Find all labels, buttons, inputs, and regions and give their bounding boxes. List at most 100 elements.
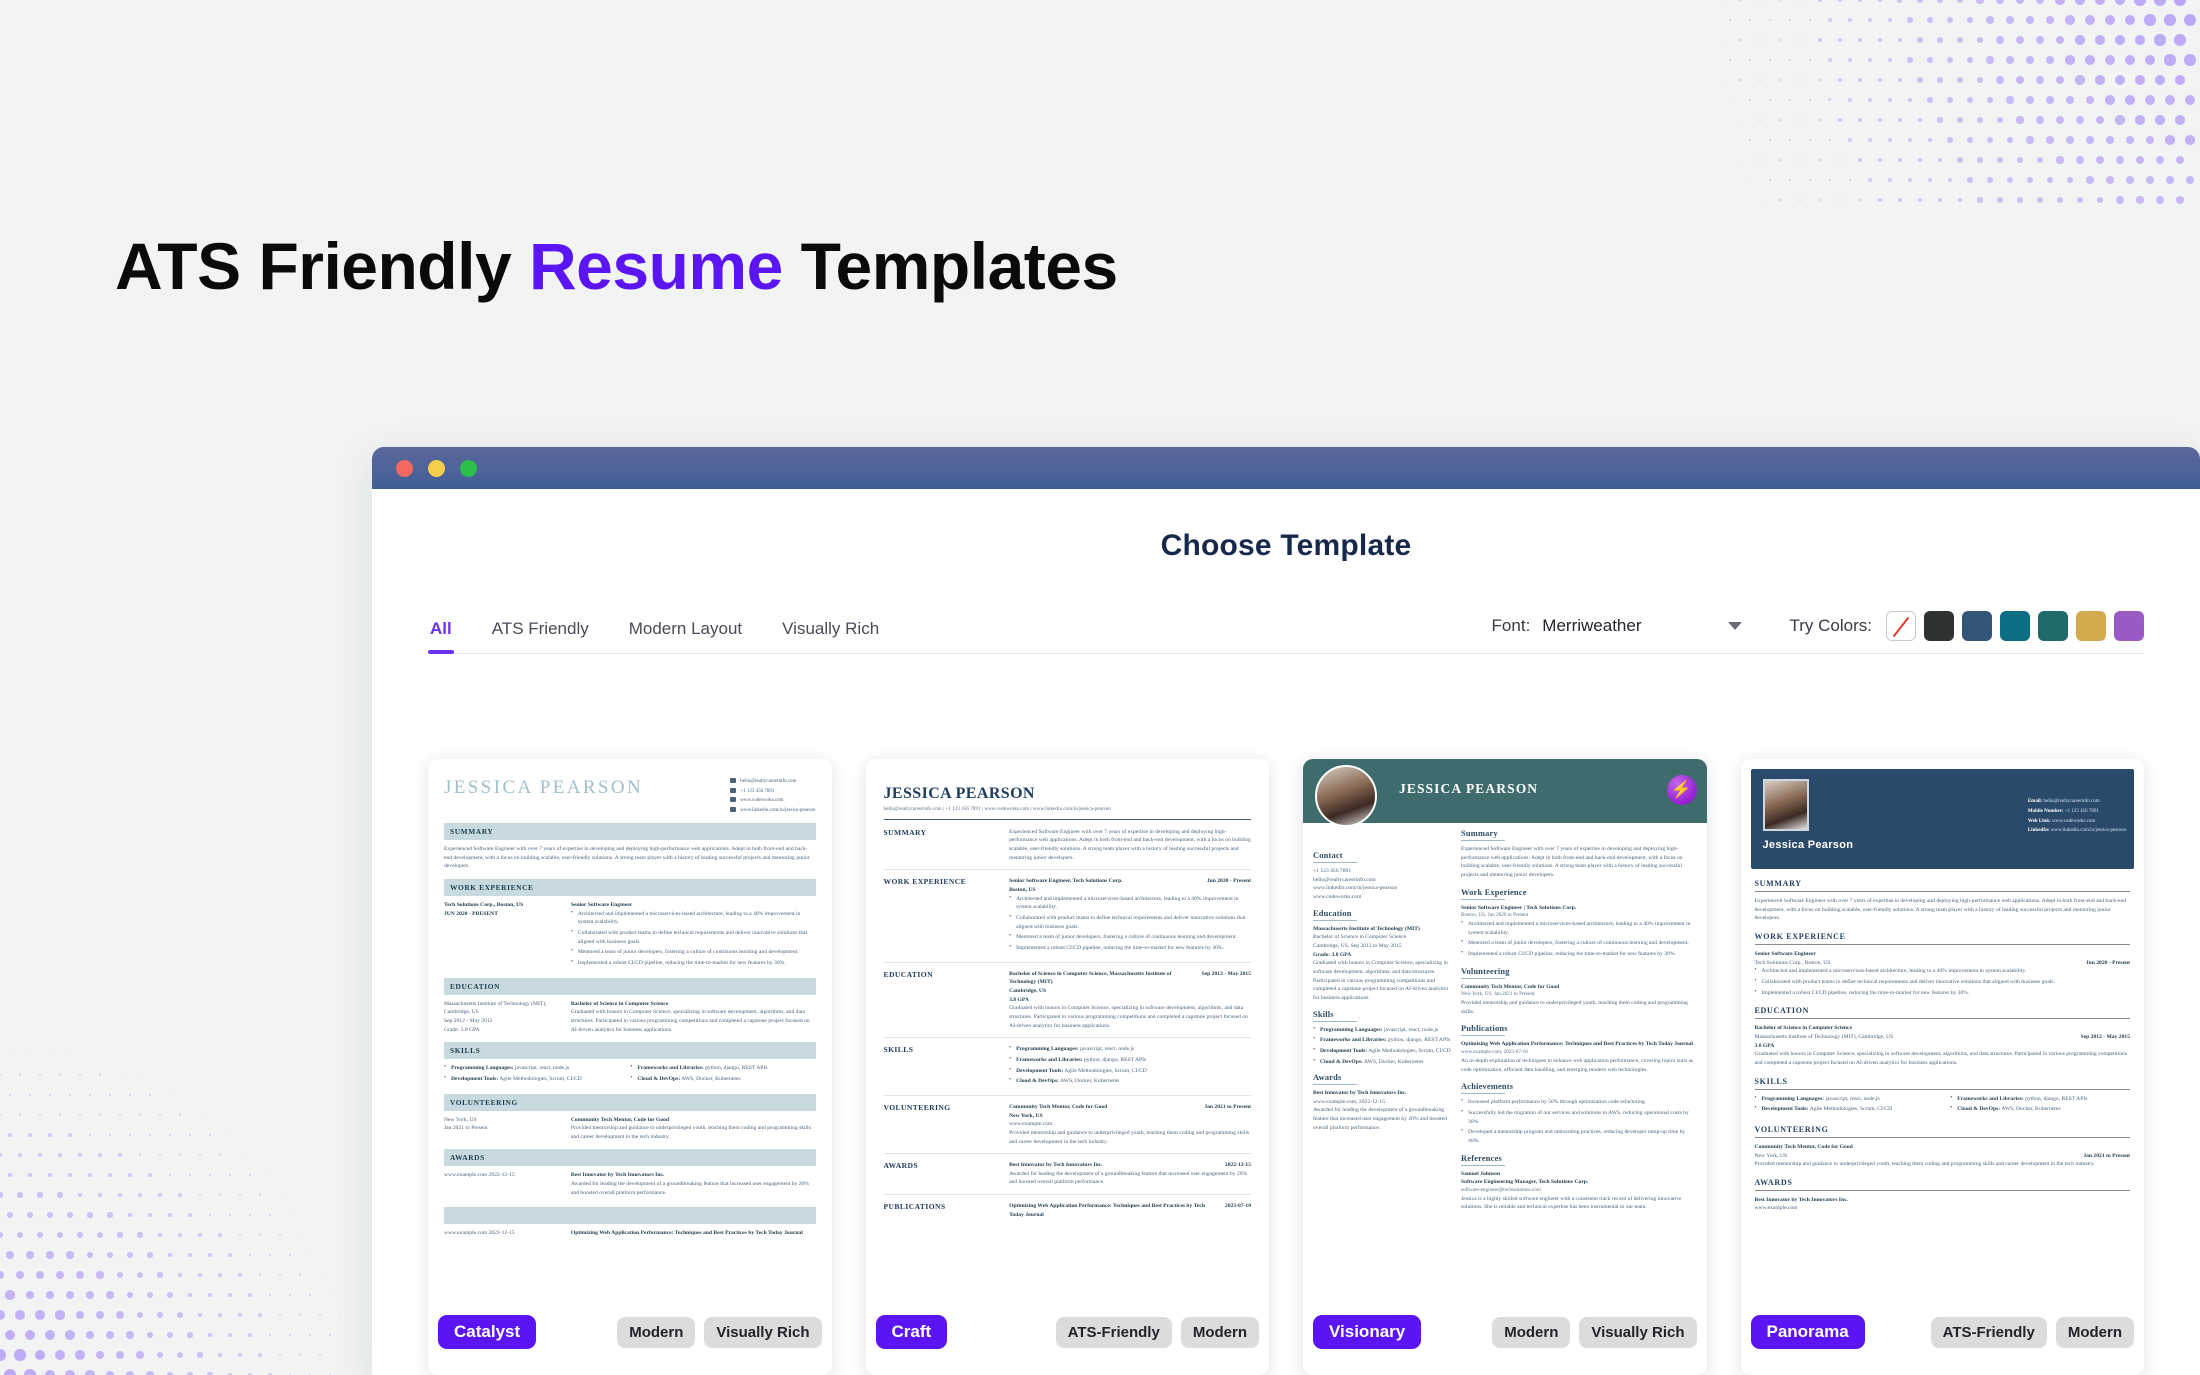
summary-text: Experienced Software Engineer with over … bbox=[1461, 846, 1683, 878]
chevron-down-icon[interactable] bbox=[1727, 622, 1742, 630]
achievement-item: Developed a mentorship program and onboa… bbox=[1461, 1127, 1696, 1145]
section-heading-summary: SUMMARY bbox=[1754, 879, 1802, 888]
template-tag[interactable]: ATS-Friendly bbox=[1055, 1316, 1172, 1348]
lightning-bolt-icon: ⚡ bbox=[1666, 775, 1697, 805]
work-bullet: Mentored a team of junior developers, fo… bbox=[571, 947, 816, 957]
work-dates: Jun 2020 - Present bbox=[2085, 959, 2130, 966]
maximize-window-button[interactable] bbox=[460, 459, 477, 477]
tab-visually-rich[interactable]: Visually Rich bbox=[780, 619, 881, 653]
section-heading-summary: SUMMARY bbox=[883, 827, 927, 837]
section-heading-work: WORK EXPERIENCE bbox=[444, 878, 816, 896]
template-tag[interactable]: Modern bbox=[1492, 1316, 1571, 1348]
skill-label: Programming Languages: bbox=[1761, 1095, 1825, 1102]
template-tag[interactable]: Modern bbox=[1180, 1316, 1259, 1348]
template-tag-list: ATS-Friendly Modern bbox=[1930, 1316, 2134, 1348]
skills-column-right: Frameworks and Libraries: python, django… bbox=[1950, 1094, 2130, 1116]
contact-linkedin: www.linkedin.com/in/jessica-pearson bbox=[2050, 828, 2126, 834]
title-part-2: Templates bbox=[782, 229, 1119, 303]
vol-description: Provided mentorship and guidance to unde… bbox=[1009, 1129, 1250, 1145]
font-select-value[interactable]: Merriweather bbox=[1542, 616, 1641, 636]
template-tag[interactable]: Modern bbox=[617, 1316, 696, 1348]
achievement-item: Increased platform performance by 50% th… bbox=[1461, 1097, 1696, 1107]
template-tag[interactable]: ATS-Friendly bbox=[1930, 1316, 2047, 1348]
edu-school: Massachusetts Institute of Technology (M… bbox=[444, 1000, 547, 1016]
section-heading-skills: SKILLS bbox=[1754, 1076, 1788, 1086]
template-tag[interactable]: Modern bbox=[2055, 1316, 2134, 1348]
pub-title: Optimizing Web Application Performance: … bbox=[1009, 1203, 1205, 1218]
section-heading-references: References bbox=[1461, 1153, 1502, 1163]
template-card-panorama[interactable]: Jessica Pearson Email: hello@realtycaree… bbox=[1740, 759, 2144, 1375]
template-name-badge[interactable]: Catalyst bbox=[438, 1315, 537, 1349]
vol-dates: Jan 2021 to Present bbox=[2083, 1152, 2130, 1159]
try-colors-label: Try Colors: bbox=[1789, 616, 1873, 635]
template-name-badge[interactable]: Visionary bbox=[1313, 1315, 1422, 1349]
section-divider bbox=[1754, 1189, 2130, 1191]
section-heading-publications: PUBLICATIONS bbox=[883, 1202, 946, 1212]
tab-ats-friendly[interactable]: ATS Friendly bbox=[490, 619, 591, 653]
template-card-catalyst[interactable]: JESSICA PEARSON hello@realtycareerinfo.c… bbox=[428, 759, 832, 1375]
skill-value: Agile Methodologies, Scrum, CI/CD bbox=[1809, 1106, 1893, 1113]
contact-linkedin: www.linkedin.com/in/jessica-pearson bbox=[1313, 885, 1398, 892]
tab-all[interactable]: All bbox=[428, 619, 454, 654]
section-heading-work: WORK EXPERIENCE bbox=[1754, 931, 1846, 941]
contact-email: hello@realtycareerinfo.com bbox=[2043, 799, 2100, 804]
heading-underline bbox=[1313, 1084, 1357, 1086]
skills-column-left: Programming Languages: javascript, react… bbox=[1755, 1094, 1943, 1116]
minimize-window-button[interactable] bbox=[428, 459, 445, 477]
tab-modern-layout[interactable]: Modern Layout bbox=[627, 619, 744, 653]
pub-meta: www.example.com 2022-12-15 bbox=[444, 1230, 515, 1237]
close-window-button[interactable] bbox=[396, 459, 413, 477]
avatar bbox=[1762, 779, 1809, 831]
edu-grade: Grade: 3.8 GPA bbox=[1313, 951, 1352, 958]
section-divider bbox=[883, 1194, 1251, 1196]
section-divider bbox=[883, 1037, 1251, 1039]
template-tag[interactable]: Visually Rich bbox=[1579, 1316, 1697, 1348]
template-card-craft[interactable]: JESSICA PEARSON hello@realtycareerinfo.c… bbox=[865, 759, 1269, 1375]
edu-degree: Bachelor of Science in Computer Science bbox=[1754, 1025, 1853, 1032]
color-swatch-navy[interactable] bbox=[1962, 611, 1992, 641]
template-name-badge[interactable]: Craft bbox=[875, 1315, 948, 1349]
heading-underline bbox=[1461, 1035, 1506, 1037]
section-heading-work: WORK EXPERIENCE bbox=[883, 877, 967, 887]
contact-label-email: Email: bbox=[2027, 799, 2043, 804]
reference-role: Software Engineering Manager, Tech Solut… bbox=[1461, 1179, 1589, 1186]
template-tag[interactable]: Visually Rich bbox=[704, 1316, 822, 1348]
page-title: ATS Friendly Resume Templates bbox=[115, 228, 1118, 304]
halftone-pattern-bottom-left bbox=[0, 1035, 400, 1375]
summary-text: Experienced Software Engineer with over … bbox=[1009, 828, 1251, 861]
avatar bbox=[1315, 765, 1377, 827]
color-swatch-no-color[interactable] bbox=[1886, 611, 1916, 641]
window-titlebar bbox=[372, 447, 2200, 489]
edu-meta: Cambridge, US, Sep 2012 to May 2015 bbox=[1313, 942, 1402, 949]
card-badge-row: Panorama ATS-Friendly Modern bbox=[1750, 1315, 2134, 1349]
section-divider bbox=[1754, 891, 2130, 892]
skill-value: Agile Methodologies, Scrum, CI/CD bbox=[1064, 1067, 1147, 1074]
color-swatch-charcoal[interactable] bbox=[1924, 611, 1954, 641]
template-card-visionary[interactable]: JESSICA PEARSON ⚡ Contact +1 123 456 789… bbox=[1303, 759, 1707, 1375]
work-bullet: Collaborated with product teams to defin… bbox=[1009, 913, 1251, 931]
section-heading-volunteering: VOLUNTEERING bbox=[883, 1102, 951, 1112]
award-meta: www.example.com 2022-12-15 bbox=[444, 1172, 515, 1179]
vol-title: Community Tech Mentor, Code for Good bbox=[1009, 1103, 1108, 1110]
skill-value: Agile Methodologies, Scrum, CI/CD bbox=[1368, 1047, 1451, 1054]
section-heading-volunteering: VOLUNTEERING bbox=[444, 1093, 816, 1111]
award-title: Best Innovator by Tech Innovators Inc. bbox=[1009, 1162, 1103, 1169]
template-tag-list: ATS-Friendly Modern bbox=[1055, 1316, 1259, 1348]
work-bullet: Architected and implemented a microservi… bbox=[1755, 966, 2131, 976]
template-name-badge[interactable]: Panorama bbox=[1750, 1315, 1865, 1349]
template-grid: JESSICA PEARSON hello@realtycareerinfo.c… bbox=[428, 759, 2144, 1375]
vol-title: Community Tech Mentor, Code for Good bbox=[1754, 1143, 1853, 1150]
edu-dates: Sep 2012 - May 2015 bbox=[444, 1017, 493, 1024]
skill-value: AWS, Docker, Kubernetes bbox=[1363, 1058, 1424, 1065]
color-swatch-purple[interactable] bbox=[2114, 611, 2144, 641]
color-swatch-teal-blue[interactable] bbox=[2000, 611, 2030, 641]
color-swatch-teal-green[interactable] bbox=[2038, 611, 2068, 641]
contact-web: www.codeworks.com bbox=[1313, 893, 1362, 900]
skill-label: Programming Languages: bbox=[1320, 1026, 1383, 1033]
work-bullets: Architected and implemented a microservi… bbox=[571, 909, 816, 968]
resume-contact-list: Email: hello@realtycareerinfo.com Mobile… bbox=[2028, 797, 2126, 836]
vol-place: New York, US bbox=[1009, 1112, 1043, 1119]
color-swatch-gold[interactable] bbox=[2076, 611, 2106, 641]
work-bullet: Architected and implemented a microservi… bbox=[1461, 919, 1696, 937]
contact-label-linkedin: LinkedIn: bbox=[2027, 828, 2050, 834]
